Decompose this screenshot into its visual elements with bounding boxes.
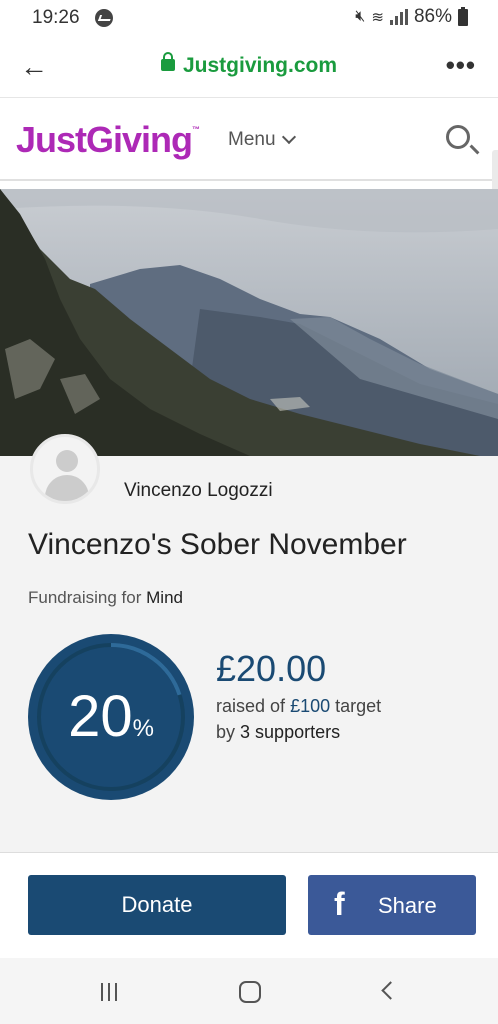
fundraising-for: Fundraising for Mind <box>28 588 183 608</box>
home-icon[interactable] <box>239 981 261 1003</box>
cover-image <box>0 189 498 456</box>
system-nav-bar <box>0 958 498 1024</box>
amount-raised: £20.00 <box>216 648 327 689</box>
mute-icon: 🔇︎ <box>355 8 366 25</box>
percent-number: 20 <box>68 684 133 749</box>
logo-tm: ™ <box>192 125 200 134</box>
recent-apps-icon[interactable] <box>101 983 117 1001</box>
battery-icon <box>458 6 468 26</box>
by-prefix: by <box>216 722 236 742</box>
target-amount: £100 <box>290 696 331 716</box>
progress-percent: 20% <box>28 684 194 762</box>
donate-button[interactable]: Donate <box>28 875 286 935</box>
supporters-count[interactable]: 3 supporters <box>240 722 340 742</box>
supporters-line: by 3 supporters <box>216 722 340 743</box>
battery-percent: 86% <box>413 6 452 27</box>
share-label: Share <box>378 893 437 918</box>
url-text: Justgiving.com <box>182 54 338 77</box>
owner-name[interactable]: Vincenzo Logozzi <box>124 480 273 502</box>
status-bar: 19:26 🔇︎ ≋ 86% <box>0 0 498 36</box>
signal-icon <box>389 9 408 25</box>
menu-label: Menu <box>228 129 276 150</box>
status-right: 🔇︎ ≋ 86% <box>355 6 468 28</box>
url-bar[interactable]: Justgiving.com <box>0 52 498 78</box>
fundraiser-panel: Vincenzo Logozzi Vincenzo's Sober Novemb… <box>0 434 498 852</box>
action-bar: Donate f Share <box>0 852 498 958</box>
raised-suffix: target <box>335 696 382 716</box>
more-dots-icon[interactable]: ••• <box>446 50 476 81</box>
chevron-down-icon <box>281 129 296 145</box>
justgiving-logo[interactable]: JustGiving™ <box>16 119 200 161</box>
back-icon[interactable] <box>381 981 400 1000</box>
menu-button[interactable]: Menu <box>228 129 296 151</box>
charity-link[interactable]: Mind <box>146 588 183 607</box>
facebook-icon: f <box>334 886 345 922</box>
search-icon[interactable] <box>446 125 470 149</box>
percent-sign: % <box>132 715 154 742</box>
wifi-icon: ≋ <box>371 9 384 26</box>
avatar-head <box>56 450 78 472</box>
fundraising-prefix: Fundraising for <box>28 588 142 607</box>
messenger-icon <box>95 9 113 27</box>
share-button[interactable]: f Share <box>308 875 476 935</box>
site-header: JustGiving™ Menu <box>0 99 498 181</box>
raised-of-target: raised of £100 target <box>216 696 381 717</box>
raised-prefix: raised of <box>216 696 286 716</box>
avatar-body <box>45 475 89 501</box>
avatar[interactable] <box>30 434 100 504</box>
page-title: Vincenzo's Sober November <box>28 528 407 561</box>
browser-toolbar: ← Justgiving.com ••• <box>0 36 498 98</box>
logo-text: JustGiving <box>16 119 193 160</box>
status-time: 19:26 <box>32 7 80 28</box>
lock-icon <box>160 52 175 71</box>
